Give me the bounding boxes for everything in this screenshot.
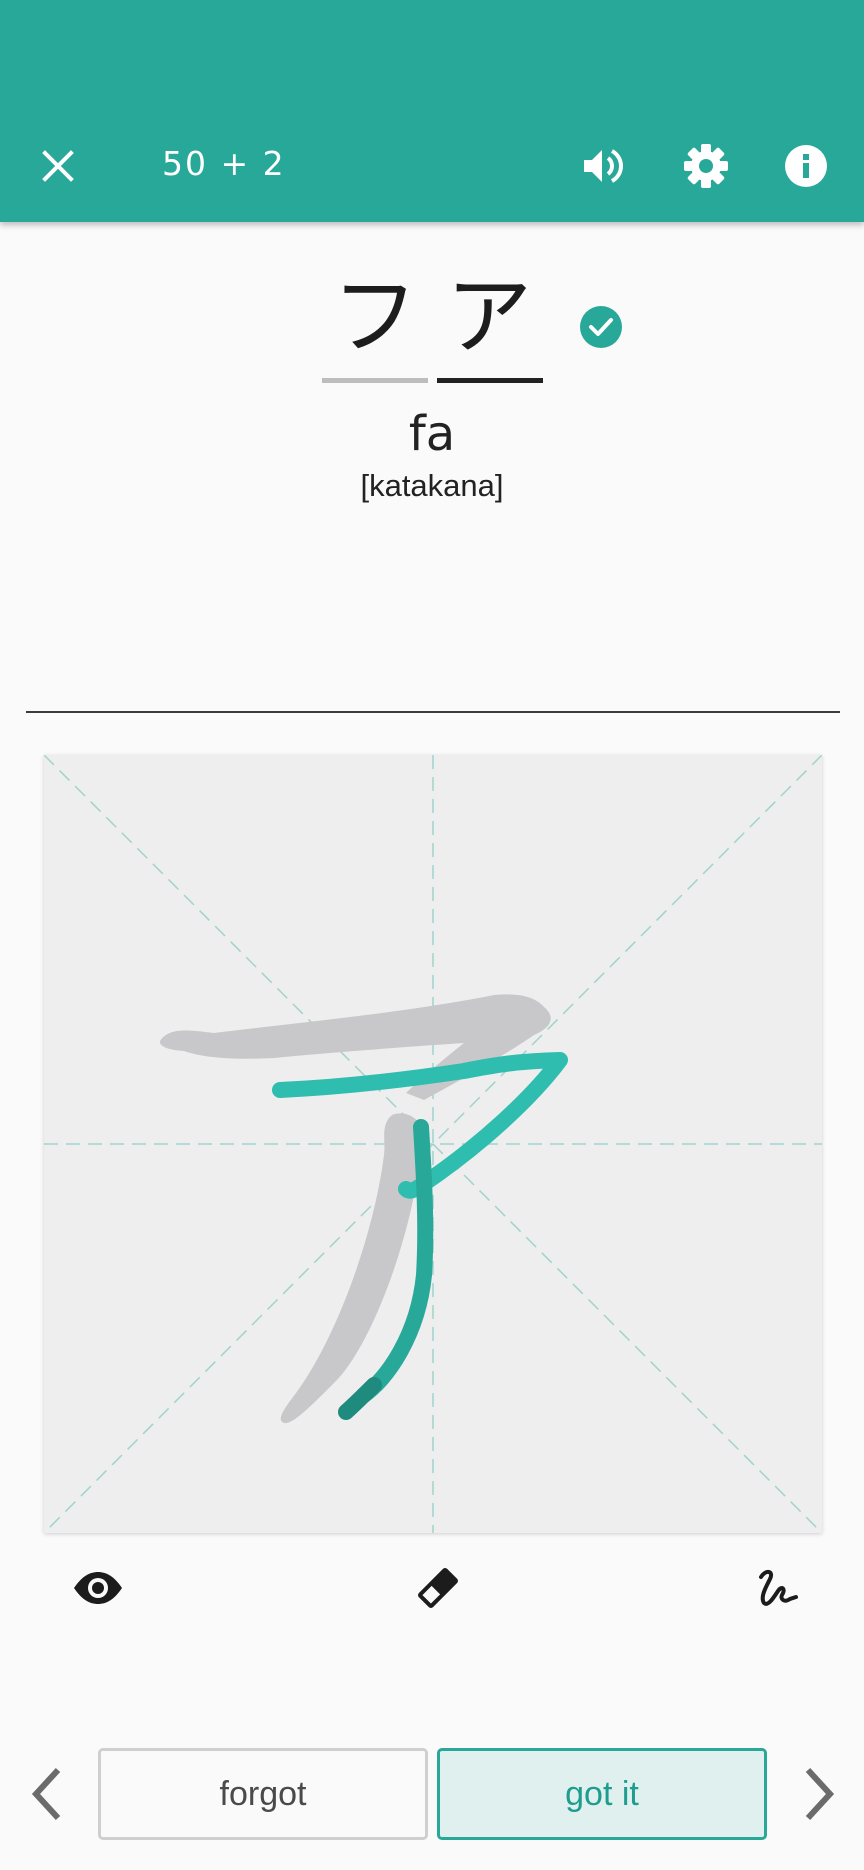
reveal-button[interactable]	[66, 1556, 130, 1620]
chevron-right-icon	[805, 1767, 835, 1821]
got-it-label: got it	[565, 1774, 639, 1813]
scribble-icon	[759, 1570, 798, 1606]
check-circle-icon	[580, 306, 622, 348]
close-button[interactable]	[26, 134, 90, 198]
eye-icon	[74, 1572, 122, 1604]
sound-button[interactable]	[572, 134, 636, 198]
drawing-canvas[interactable]	[43, 754, 823, 1534]
progress-counter: 50 + 2	[162, 144, 286, 183]
character-2-underline	[437, 378, 543, 383]
gear-icon	[684, 144, 728, 188]
volume-icon	[584, 149, 623, 183]
previous-button[interactable]	[16, 1762, 76, 1826]
character-1: フ	[332, 267, 418, 367]
stroke-mode-button[interactable]	[746, 1556, 810, 1620]
app-bar: 50 + 2	[0, 0, 864, 222]
script-type: [katakana]	[360, 468, 504, 503]
info-icon	[785, 145, 827, 187]
info-button[interactable]	[774, 134, 838, 198]
got-it-button[interactable]: got it	[437, 1748, 767, 1840]
guide-lines	[43, 754, 823, 1534]
chevron-left-icon	[31, 1767, 61, 1821]
character-2: ア	[446, 267, 532, 367]
next-button[interactable]	[790, 1762, 850, 1826]
close-icon	[42, 150, 74, 182]
forgot-button[interactable]: forgot	[98, 1748, 428, 1840]
canvas-drawing	[43, 754, 823, 1534]
romaji-reading: fa	[408, 406, 456, 462]
eraser-icon	[418, 1568, 458, 1608]
divider	[26, 711, 840, 713]
erase-button[interactable]	[406, 1556, 470, 1620]
forgot-label: forgot	[219, 1774, 307, 1813]
character-1-underline	[322, 378, 428, 383]
settings-button[interactable]	[674, 134, 738, 198]
